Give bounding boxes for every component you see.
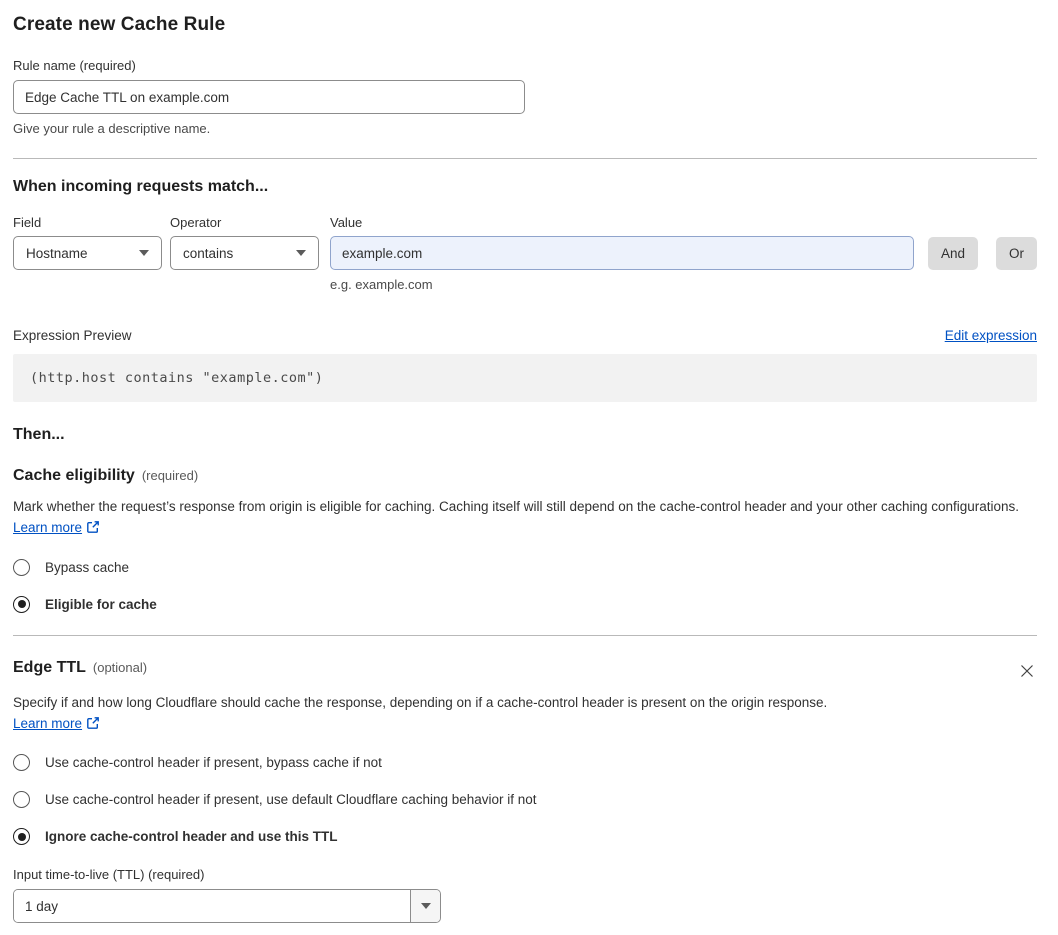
edge-ttl-header: Edge TTL (optional) xyxy=(13,659,1037,681)
edge-ttl-description: Specify if and how long Cloudflare shoul… xyxy=(13,692,853,735)
value-hint: e.g. example.com xyxy=(330,277,433,292)
then-heading: Then... xyxy=(13,426,65,443)
radio-ignore-header-use-ttl[interactable]: Ignore cache-control header and use this… xyxy=(13,828,1037,846)
rule-name-section: Rule name (required) Give your rule a de… xyxy=(13,58,1037,136)
external-link-icon xyxy=(87,717,99,729)
radio-label: Use cache-control header if present, byp… xyxy=(45,755,382,771)
radio-bypass-cache[interactable]: Bypass cache xyxy=(13,558,1037,576)
expression-code: (http.host contains "example.com") xyxy=(13,354,1037,402)
operator-select[interactable]: contains xyxy=(170,236,319,270)
radio-eligible-for-cache[interactable]: Eligible for cache xyxy=(13,595,1037,613)
value-label: Value xyxy=(330,215,363,230)
radio-label: Ignore cache-control header and use this… xyxy=(45,829,338,845)
ttl-dropdown-button[interactable] xyxy=(410,890,440,923)
divider xyxy=(13,634,1037,636)
required-tag: (required) xyxy=(141,468,199,483)
match-labels-row: Field Operator Value xyxy=(13,215,1037,230)
ttl-combo xyxy=(13,889,441,924)
rule-name-help: Give your rule a descriptive name. xyxy=(13,121,211,136)
ttl-label: Input time-to-live (TTL) (required) xyxy=(13,867,205,883)
ttl-input[interactable] xyxy=(14,890,410,923)
radio-label: Eligible for cache xyxy=(45,596,157,612)
expression-preview-label: Expression Preview xyxy=(13,328,132,343)
close-icon xyxy=(1021,664,1033,677)
radio-icon xyxy=(13,791,30,809)
radio-icon xyxy=(13,754,30,772)
rule-name-input[interactable] xyxy=(13,80,525,114)
learn-more-link[interactable]: Learn more xyxy=(13,716,82,731)
radio-label: Use cache-control header if present, use… xyxy=(45,792,537,808)
and-button[interactable]: And xyxy=(927,236,978,270)
learn-more-link[interactable]: Learn more xyxy=(13,520,82,535)
radio-selected-icon xyxy=(13,595,30,613)
chevron-down-icon xyxy=(296,250,306,256)
cache-eligibility-description: Mark whether the request’s response from… xyxy=(13,496,1037,539)
match-heading: When incoming requests match... xyxy=(13,178,269,195)
operator-label: Operator xyxy=(170,215,222,230)
radio-icon xyxy=(13,558,30,576)
field-select-value: Hostname xyxy=(26,245,88,261)
radio-use-header-default[interactable]: Use cache-control header if present, use… xyxy=(13,791,1037,809)
chevron-down-icon xyxy=(139,250,149,256)
close-edge-ttl-button[interactable] xyxy=(1017,661,1037,681)
edit-expression-link[interactable]: Edit expression xyxy=(945,328,1037,343)
rule-name-label: Rule name (required) xyxy=(13,58,136,73)
cache-eligibility-title: Cache eligibility xyxy=(13,467,135,484)
radio-use-header-bypass[interactable]: Use cache-control header if present, byp… xyxy=(13,754,1037,772)
cache-eligibility-description-text: Mark whether the request’s response from… xyxy=(13,499,1020,514)
or-button[interactable]: Or xyxy=(996,236,1037,270)
radio-label: Bypass cache xyxy=(45,559,130,575)
cache-eligibility-header: Cache eligibility (required) xyxy=(13,467,1037,485)
chevron-down-icon xyxy=(420,903,431,910)
page-title: Create new Cache Rule xyxy=(13,14,226,35)
match-controls-row: Hostname contains And Or xyxy=(13,236,1037,270)
operator-select-value: contains xyxy=(183,245,234,261)
external-link-icon xyxy=(87,521,99,534)
field-label: Field xyxy=(13,215,42,230)
expression-preview-row: Expression Preview Edit expression xyxy=(13,328,1037,343)
divider xyxy=(13,158,1037,159)
edge-ttl-title: Edge TTL xyxy=(13,658,86,676)
ttl-section: Input time-to-live (TTL) (required) xyxy=(13,867,1037,924)
value-input[interactable] xyxy=(330,236,914,270)
edge-ttl-description-text: Specify if and how long Cloudflare shoul… xyxy=(13,694,828,710)
radio-selected-icon xyxy=(13,828,30,846)
field-select[interactable]: Hostname xyxy=(13,236,162,270)
optional-tag: (optional) xyxy=(92,659,148,675)
